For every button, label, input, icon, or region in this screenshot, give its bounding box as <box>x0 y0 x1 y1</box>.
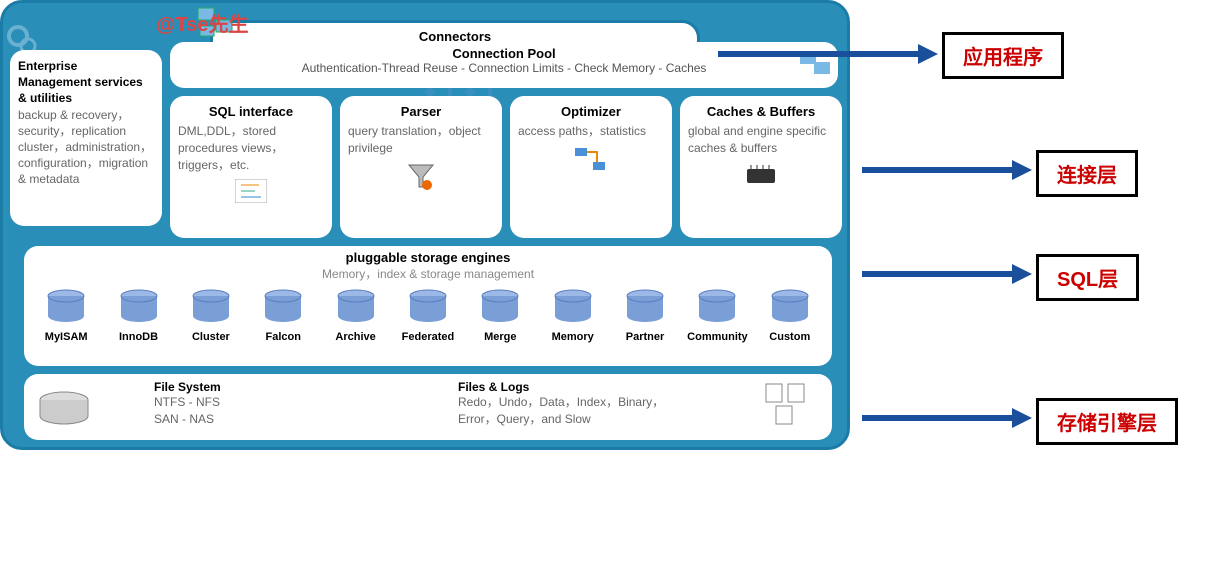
engine-item: Falcon <box>247 288 319 343</box>
fs-title: File System <box>154 380 458 394</box>
enterprise-title: Enterprise Management services & utiliti… <box>18 58 154 107</box>
label-sql: SQL层 <box>1036 254 1139 301</box>
card-desc: query translation，object privilege <box>348 123 494 157</box>
engine-item: Merge <box>464 288 536 343</box>
engine-item: Community <box>681 288 753 343</box>
engine-item: InnoDB <box>103 288 175 343</box>
enterprise-box: Enterprise Management services & utiliti… <box>10 50 162 226</box>
arrow-to-app <box>718 40 938 68</box>
disk-icon <box>34 380 154 434</box>
card-title: Caches & Buffers <box>688 104 834 119</box>
engine-item: Federated <box>392 288 464 343</box>
engine-item: MyISAM <box>30 288 102 343</box>
engines-title: pluggable storage engines <box>24 250 832 265</box>
label-storage: 存储引擎层 <box>1036 398 1178 445</box>
engine-item: Cluster <box>175 288 247 343</box>
caches-card: Caches & Buffers global and engine speci… <box>680 96 842 238</box>
engine-item: Partner <box>609 288 681 343</box>
engine-item: Memory <box>537 288 609 343</box>
optimizer-card: Optimizer access paths，statistics <box>510 96 672 238</box>
logs-title: Files & Logs <box>458 380 762 394</box>
fs-desc: SAN - NAS <box>154 411 458 428</box>
engine-item: Custom <box>754 288 826 343</box>
arrow-to-conn <box>862 156 1032 184</box>
label-conn: 连接层 <box>1036 150 1138 197</box>
engines-row: MyISAMInnoDBClusterFalconArchiveFederate… <box>24 288 832 343</box>
parser-card: Parser query translation，object privileg… <box>340 96 502 238</box>
chip-icon <box>688 163 834 194</box>
sql-layer-row: SQL interface DML,DDL，stored procedures … <box>170 96 842 238</box>
server-title: MySQL Server <box>1043 6 1193 32</box>
logs-desc: Error，Query，and Slow <box>458 411 762 428</box>
flow-icon <box>518 146 664 179</box>
funnel-icon <box>348 163 494 198</box>
card-desc: access paths，statistics <box>518 123 664 140</box>
doc-icons <box>762 380 822 434</box>
label-app: 应用程序 <box>942 32 1064 79</box>
card-title: Parser <box>348 104 494 119</box>
engines-subtitle: Memory，index & storage management <box>24 265 832 282</box>
logs-col: Files & Logs Redo，Undo，Data，Index，Binary… <box>458 380 762 434</box>
engine-item: Archive <box>320 288 392 343</box>
sql-interface-card: SQL interface DML,DDL，stored procedures … <box>170 96 332 238</box>
watermark: @Tse先生 <box>156 8 248 37</box>
arrow-to-storage <box>862 404 1032 432</box>
filesystem-box: File System NTFS - NFS SAN - NAS Files &… <box>24 374 832 440</box>
fs-desc: NTFS - NFS <box>154 394 458 411</box>
arrow-to-sql <box>862 260 1032 288</box>
enterprise-desc: backup & recovery，security，replication c… <box>18 107 154 188</box>
card-title: Optimizer <box>518 104 664 119</box>
engines-box: pluggable storage engines Memory，index &… <box>24 246 832 366</box>
fs-col: File System NTFS - NFS SAN - NAS <box>154 380 458 434</box>
card-desc: global and engine specific caches & buff… <box>688 123 834 157</box>
list-icon <box>178 179 324 210</box>
card-desc: DML,DDL，stored procedures views，triggers… <box>178 123 324 173</box>
card-title: SQL interface <box>178 104 324 119</box>
logs-desc: Redo，Undo，Data，Index，Binary， <box>458 394 762 411</box>
